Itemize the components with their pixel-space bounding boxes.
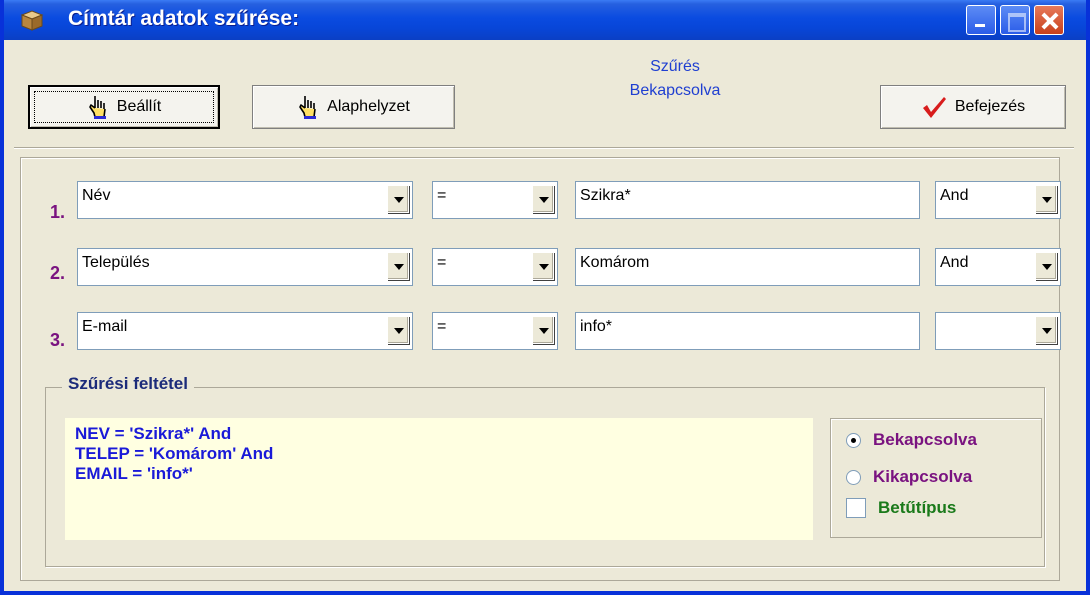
operator-select[interactable]: = (432, 181, 558, 219)
on-label: Bekapcsolva (873, 430, 977, 449)
minimize-button[interactable] (966, 5, 996, 35)
dropdown-arrow-icon[interactable] (387, 252, 409, 280)
dropdown-arrow-icon[interactable] (532, 316, 554, 344)
apply-button[interactable]: Beállít (28, 85, 220, 129)
operator-value: = (437, 187, 447, 204)
field-select[interactable]: E-mail (77, 312, 413, 350)
logic-select[interactable]: And (935, 248, 1061, 286)
logic-value: And (940, 187, 969, 204)
hand-icon (299, 96, 317, 119)
close-button[interactable] (1034, 5, 1064, 35)
radio-selected-icon[interactable] (846, 432, 861, 448)
radio-off[interactable]: Kikapcsolva (846, 467, 972, 487)
toolbar-divider (14, 147, 1074, 149)
finish-button[interactable]: Befejezés (880, 85, 1066, 129)
box-icon (20, 10, 44, 31)
condition-line: NEV = 'Szikra*' And (75, 424, 232, 443)
value-input[interactable]: Komárom (575, 248, 920, 286)
operator-value: = (437, 254, 447, 271)
row-number: 3. (50, 330, 66, 350)
row-number: 1. (50, 202, 66, 222)
logic-value: And (940, 254, 969, 271)
operator-select[interactable]: = (432, 312, 558, 350)
field-value: Település (82, 254, 150, 271)
dropdown-arrow-icon[interactable] (532, 185, 554, 213)
field-select[interactable]: Név (77, 181, 413, 219)
off-label: Kikapcsolva (873, 467, 973, 486)
row-number: 2. (50, 263, 66, 283)
radio-on[interactable]: Bekapcsolva (846, 430, 977, 450)
checkmark-icon (922, 97, 946, 118)
value-text: Szikra* (580, 187, 631, 204)
dropdown-arrow-icon[interactable] (387, 185, 409, 213)
logic-select[interactable]: And (935, 181, 1061, 219)
logic-select[interactable] (935, 312, 1061, 350)
title-bar: Címtár adatok szűrése: (4, 0, 1086, 40)
dropdown-arrow-icon[interactable] (1035, 185, 1057, 213)
font-label: Betűtípus (878, 498, 957, 517)
dropdown-arrow-icon[interactable] (1035, 252, 1057, 280)
condition-text: NEV = 'Szikra*' And TELEP = 'Komárom' An… (65, 418, 813, 540)
reset-label: Alaphelyzet (327, 98, 410, 115)
operator-select[interactable]: = (432, 248, 558, 286)
dropdown-arrow-icon[interactable] (1035, 316, 1057, 344)
value-text: Komárom (580, 254, 650, 271)
maximize-button[interactable] (1000, 5, 1030, 35)
condition-line: EMAIL = 'info*' (75, 464, 193, 483)
value-input[interactable]: info* (575, 312, 920, 350)
field-value: E-mail (82, 318, 128, 335)
radio-icon[interactable] (846, 469, 861, 485)
dropdown-arrow-icon[interactable] (532, 252, 554, 280)
field-select[interactable]: Település (77, 248, 413, 286)
value-input[interactable]: Szikra* (575, 181, 920, 219)
operator-value: = (437, 318, 447, 335)
condition-line: TELEP = 'Komárom' And (75, 444, 274, 463)
finish-label: Befejezés (954, 98, 1026, 115)
font-checkbox[interactable]: Betűtípus (846, 498, 956, 518)
field-value: Név (82, 187, 111, 204)
value-text: info* (580, 318, 613, 335)
window-title: Címtár adatok szűrése: (68, 7, 300, 30)
condition-legend: Szűrési feltétel (62, 374, 194, 394)
filter-status: Szűrés Bekapcsolva (590, 55, 760, 103)
status-line2: Bekapcsolva (629, 82, 721, 99)
checkbox-icon[interactable] (846, 498, 866, 518)
status-line1: Szűrés (650, 58, 700, 75)
reset-button[interactable]: Alaphelyzet (252, 85, 455, 129)
dropdown-arrow-icon[interactable] (387, 316, 409, 344)
focus-rect (34, 91, 214, 123)
